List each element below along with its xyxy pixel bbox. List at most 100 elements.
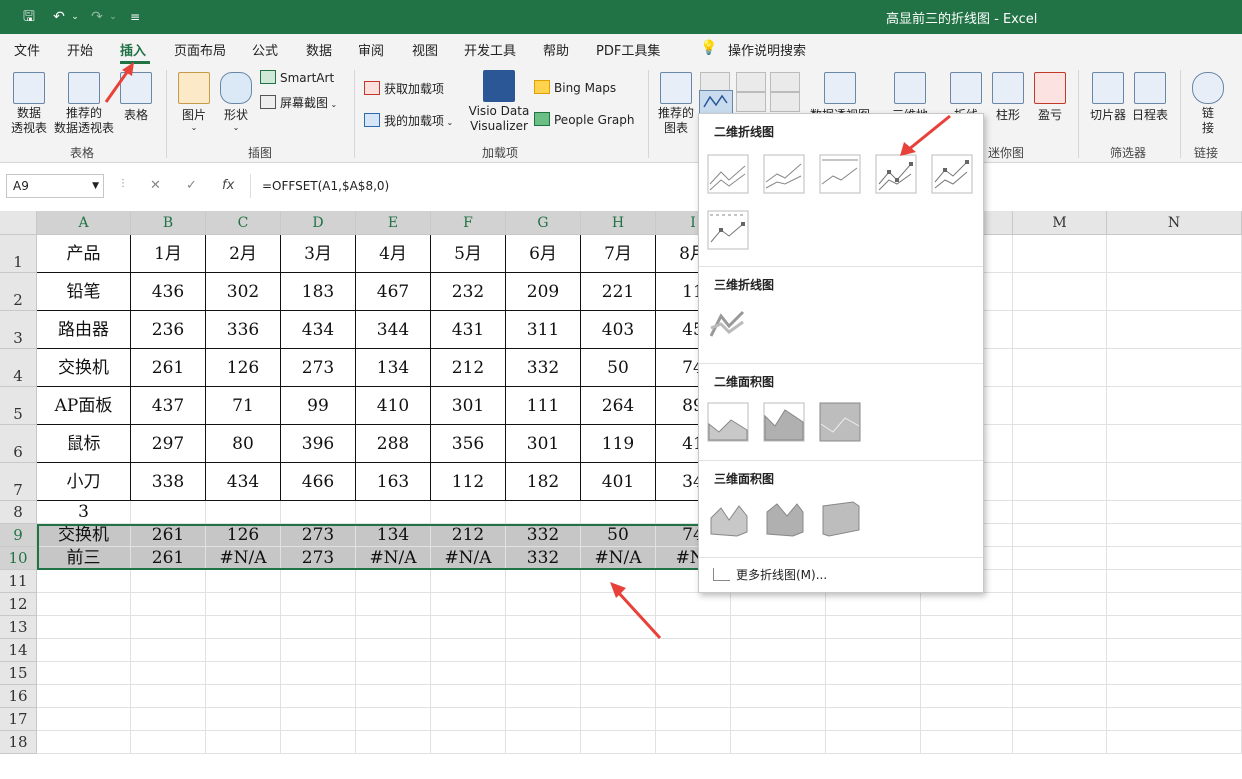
100-stacked-line-markers-option-icon[interactable] xyxy=(707,210,749,250)
cell-c16[interactable] xyxy=(206,685,281,708)
cell-f11[interactable] xyxy=(431,570,506,593)
screenshot-button[interactable]: 屏幕截图 ⌄ xyxy=(260,94,337,111)
chevron-down-icon[interactable]: ▼ xyxy=(92,175,99,197)
row-header-6[interactable]: 6 xyxy=(0,425,37,463)
cell-f12[interactable] xyxy=(431,593,506,616)
cell-d18[interactable] xyxy=(281,731,356,754)
stacked-area-option-icon[interactable] xyxy=(763,402,805,442)
cell-h6[interactable]: 119 xyxy=(581,425,656,463)
cell-d8[interactable] xyxy=(281,501,356,524)
cell-b18[interactable] xyxy=(131,731,206,754)
row-header-2[interactable]: 2 xyxy=(0,273,37,311)
people-graph-button[interactable]: People Graph xyxy=(534,112,635,127)
column-header-c[interactable]: C xyxy=(206,211,281,235)
cell-n12[interactable] xyxy=(1107,593,1242,616)
cell-g11[interactable] xyxy=(506,570,581,593)
cell-n6[interactable] xyxy=(1107,425,1242,463)
cell-b4[interactable]: 261 xyxy=(131,349,206,387)
cell-d4[interactable]: 273 xyxy=(281,349,356,387)
cell-g16[interactable] xyxy=(506,685,581,708)
cell-n5[interactable] xyxy=(1107,387,1242,425)
statistic-chart-button[interactable] xyxy=(736,92,766,112)
cell-f6[interactable]: 356 xyxy=(431,425,506,463)
cell-a15[interactable] xyxy=(37,662,131,685)
cell-j16[interactable] xyxy=(731,685,826,708)
cell-e1[interactable]: 4月 xyxy=(356,235,431,273)
cell-f13[interactable] xyxy=(431,616,506,639)
cell-n4[interactable] xyxy=(1107,349,1242,387)
cell-a6[interactable]: 鼠标 xyxy=(37,425,131,463)
cell-h14[interactable] xyxy=(581,639,656,662)
cell-b7[interactable]: 338 xyxy=(131,463,206,501)
cell-i14[interactable] xyxy=(656,639,731,662)
3d-line-option-icon[interactable] xyxy=(707,302,749,342)
cell-m3[interactable] xyxy=(1013,311,1107,349)
cell-b6[interactable]: 297 xyxy=(131,425,206,463)
cell-c13[interactable] xyxy=(206,616,281,639)
row-header-15[interactable]: 15 xyxy=(0,662,37,685)
cell-c6[interactable]: 80 xyxy=(206,425,281,463)
get-addins-button[interactable]: 获取加载项 xyxy=(364,80,444,97)
insert-function-icon[interactable]: fx xyxy=(222,178,234,193)
column-header-b[interactable]: B xyxy=(131,211,206,235)
tab-home[interactable]: 开始 xyxy=(67,40,93,59)
tab-page-layout[interactable]: 页面布局 xyxy=(174,40,226,59)
cell-h15[interactable] xyxy=(581,662,656,685)
cell-f17[interactable] xyxy=(431,708,506,731)
cell-a17[interactable] xyxy=(37,708,131,731)
cell-m8[interactable] xyxy=(1013,501,1107,524)
cell-h1[interactable]: 7月 xyxy=(581,235,656,273)
cell-m17[interactable] xyxy=(1013,708,1107,731)
cell-a1[interactable]: 产品 xyxy=(37,235,131,273)
cell-m5[interactable] xyxy=(1013,387,1107,425)
cell-l13[interactable] xyxy=(921,616,1013,639)
row-header-1[interactable]: 1 xyxy=(0,235,37,273)
row-header-10[interactable]: 10 xyxy=(0,547,37,570)
column-header-f[interactable]: F xyxy=(431,211,506,235)
cell-m6[interactable] xyxy=(1013,425,1107,463)
cell-l17[interactable] xyxy=(921,708,1013,731)
cell-m13[interactable] xyxy=(1013,616,1107,639)
line-chart-option-icon[interactable] xyxy=(707,154,749,194)
cell-e2[interactable]: 467 xyxy=(356,273,431,311)
row-header-9[interactable]: 9 xyxy=(0,524,37,547)
cell-d14[interactable] xyxy=(281,639,356,662)
column-header-g[interactable]: G xyxy=(506,211,581,235)
cell-c1[interactable]: 2月 xyxy=(206,235,281,273)
cell-f8[interactable] xyxy=(431,501,506,524)
cell-h18[interactable] xyxy=(581,731,656,754)
cell-b8[interactable] xyxy=(131,501,206,524)
line-chart-button[interactable] xyxy=(699,90,733,114)
recommended-charts-button[interactable]: 推荐的 图表 xyxy=(654,72,698,136)
cell-h2[interactable]: 221 xyxy=(581,273,656,311)
cell-l14[interactable] xyxy=(921,639,1013,662)
sparkline-column-button[interactable]: 柱形 xyxy=(990,72,1026,123)
cell-g17[interactable] xyxy=(506,708,581,731)
redo-dropdown-icon[interactable]: ⌄ xyxy=(104,8,122,26)
cell-b14[interactable] xyxy=(131,639,206,662)
cell-l15[interactable] xyxy=(921,662,1013,685)
cell-h3[interactable]: 403 xyxy=(581,311,656,349)
cell-n9[interactable] xyxy=(1107,524,1242,547)
cell-f4[interactable]: 212 xyxy=(431,349,506,387)
scatter-chart-button[interactable] xyxy=(770,72,800,92)
column-header-a[interactable]: A xyxy=(37,211,131,235)
cell-a8[interactable]: 3 xyxy=(37,501,131,524)
cell-e14[interactable] xyxy=(356,639,431,662)
cell-m11[interactable] xyxy=(1013,570,1107,593)
cell-c4[interactable]: 126 xyxy=(206,349,281,387)
cell-a2[interactable]: 铅笔 xyxy=(37,273,131,311)
cell-c8[interactable] xyxy=(206,501,281,524)
cell-b12[interactable] xyxy=(131,593,206,616)
cell-n18[interactable] xyxy=(1107,731,1242,754)
cell-g18[interactable] xyxy=(506,731,581,754)
cell-e11[interactable] xyxy=(356,570,431,593)
cell-g7[interactable]: 182 xyxy=(506,463,581,501)
cell-e4[interactable]: 134 xyxy=(356,349,431,387)
column-header-n[interactable]: N xyxy=(1107,211,1242,235)
cell-b15[interactable] xyxy=(131,662,206,685)
cell-f15[interactable] xyxy=(431,662,506,685)
visio-visualizer-button[interactable]: Visio Data Visualizer xyxy=(468,70,530,134)
cell-l12[interactable] xyxy=(921,593,1013,616)
cell-e18[interactable] xyxy=(356,731,431,754)
